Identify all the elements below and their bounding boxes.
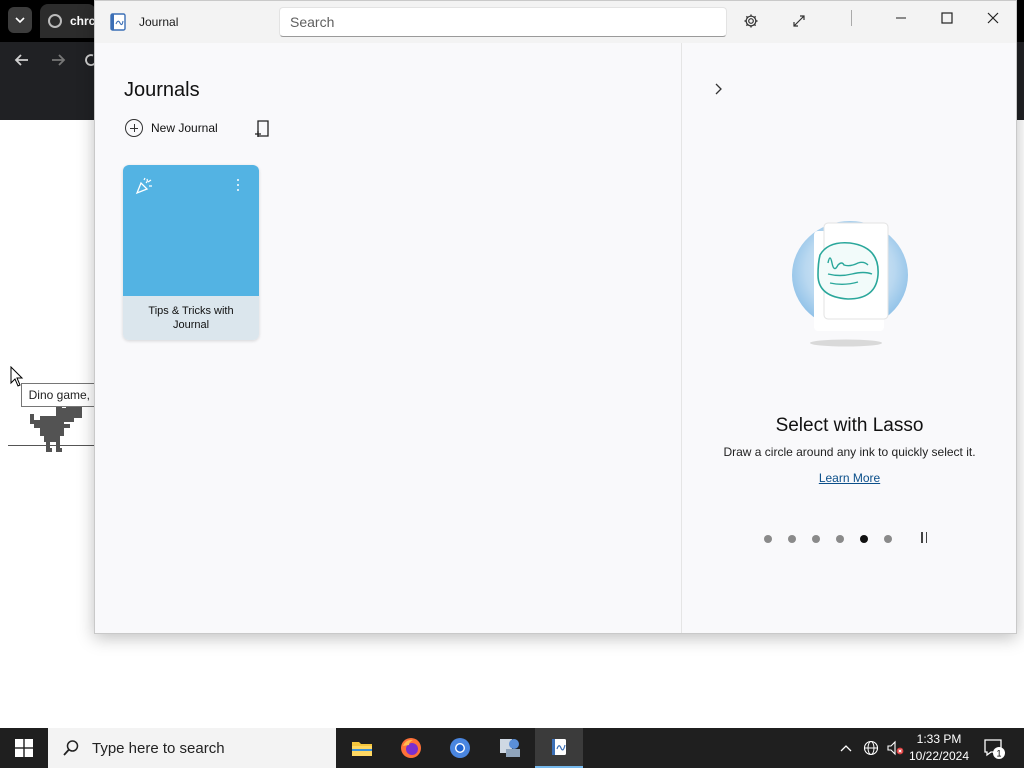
import-file-icon[interactable]: [253, 119, 273, 139]
carousel-dot[interactable]: [812, 535, 820, 543]
more-options-icon[interactable]: [231, 175, 245, 195]
journal-card[interactable]: Tips & Tricks with Journal: [123, 165, 259, 340]
chevron-up-icon: [840, 745, 852, 752]
dino-game-icon[interactable]: [26, 400, 86, 456]
arrow-right-icon: [52, 54, 66, 66]
network-button[interactable]: [860, 728, 882, 768]
show-hidden-icons-button[interactable]: [836, 728, 856, 768]
system-clock[interactable]: 1:33 PM 10/22/2024: [903, 731, 975, 765]
carousel-dot[interactable]: [788, 535, 796, 543]
browser-tab-title: chrc: [70, 14, 96, 28]
journals-pane: Journals New Journal Tips & Tricks with …: [95, 43, 681, 633]
carousel-dot[interactable]: [860, 535, 868, 543]
firefox-taskbar-button[interactable]: [387, 728, 435, 768]
notification-count: 1: [996, 749, 1001, 759]
clock-time: 1:33 PM: [916, 732, 962, 746]
taskbar-search-placeholder: Type here to search: [92, 739, 225, 757]
start-button[interactable]: [0, 728, 48, 768]
app-title: Journal: [139, 15, 179, 29]
globe-network-icon: [863, 740, 879, 756]
carousel-dot[interactable]: [764, 535, 772, 543]
tab-search-button[interactable]: [8, 7, 32, 33]
party-popper-icon: [135, 177, 152, 195]
new-journal-button[interactable]: New Journal: [125, 119, 218, 137]
folder-icon: [352, 742, 372, 756]
title-bar[interactable]: Journal: [95, 1, 1016, 43]
search-input[interactable]: [279, 7, 727, 37]
chevron-right-icon: [715, 83, 722, 95]
dino-ground-line: [8, 445, 96, 446]
tip-description: Draw a circle around any ink to quickly …: [723, 445, 976, 459]
expand-icon: [793, 15, 805, 27]
pause-icon[interactable]: [919, 532, 929, 544]
search-icon: [63, 740, 79, 756]
windows-logo-icon: [15, 739, 33, 757]
app-tools-icon: [500, 739, 520, 757]
minimize-icon: [896, 17, 906, 19]
journal-app-icon: [552, 739, 566, 755]
gear-icon: [744, 14, 758, 28]
lasso-illustration: [792, 221, 908, 347]
new-journal-label: New Journal: [151, 121, 218, 135]
journal-taskbar-button[interactable]: [535, 728, 583, 768]
carousel-dot[interactable]: [836, 535, 844, 543]
chevron-down-icon: [15, 17, 25, 24]
minimize-button[interactable]: [878, 1, 924, 35]
taskbar: Type here to search 1:33 PM 10/22/2024 1: [0, 728, 1024, 768]
collapse-pane-button[interactable]: [704, 75, 732, 103]
taskbar-search-box[interactable]: Type here to search: [48, 728, 336, 768]
add-circle-icon: [125, 119, 143, 137]
learn-more-link[interactable]: Learn More: [682, 471, 1017, 485]
title-bar-separator: [851, 10, 852, 26]
mouse-cursor-icon: [10, 366, 24, 387]
tips-pane: Select with Lasso Draw a circle around a…: [681, 43, 1016, 633]
tip-title: Select with Lasso: [775, 415, 924, 436]
chromium-icon: [450, 738, 470, 758]
carousel-dots: [764, 534, 892, 544]
chromium-taskbar-button[interactable]: [436, 728, 484, 768]
clock-date: 10/22/2024: [908, 749, 970, 763]
forward-button[interactable]: [50, 52, 66, 73]
maximize-button[interactable]: [924, 1, 970, 35]
settings-button[interactable]: [735, 7, 767, 35]
globe-icon: [48, 14, 62, 28]
journal-window: Journal Journals Ne: [94, 0, 1017, 634]
firefox-icon: [401, 738, 421, 758]
journal-app-icon: [110, 13, 126, 31]
back-button[interactable]: [14, 52, 30, 73]
page-title: Journals: [124, 79, 200, 101]
file-explorer-taskbar-button[interactable]: [338, 728, 386, 768]
journal-card-title: Tips & Tricks with Journal: [123, 296, 259, 340]
arrow-left-icon: [14, 54, 28, 66]
app-taskbar-button[interactable]: [486, 728, 534, 768]
close-icon: [987, 12, 999, 24]
notification-center-icon[interactable]: 1: [982, 736, 1006, 760]
close-button[interactable]: [970, 1, 1016, 35]
browser-tab[interactable]: chrc: [40, 4, 96, 38]
full-screen-button[interactable]: [783, 7, 815, 35]
maximize-icon: [941, 12, 953, 24]
speaker-muted-icon: [887, 740, 904, 756]
carousel-dot[interactable]: [884, 535, 892, 543]
